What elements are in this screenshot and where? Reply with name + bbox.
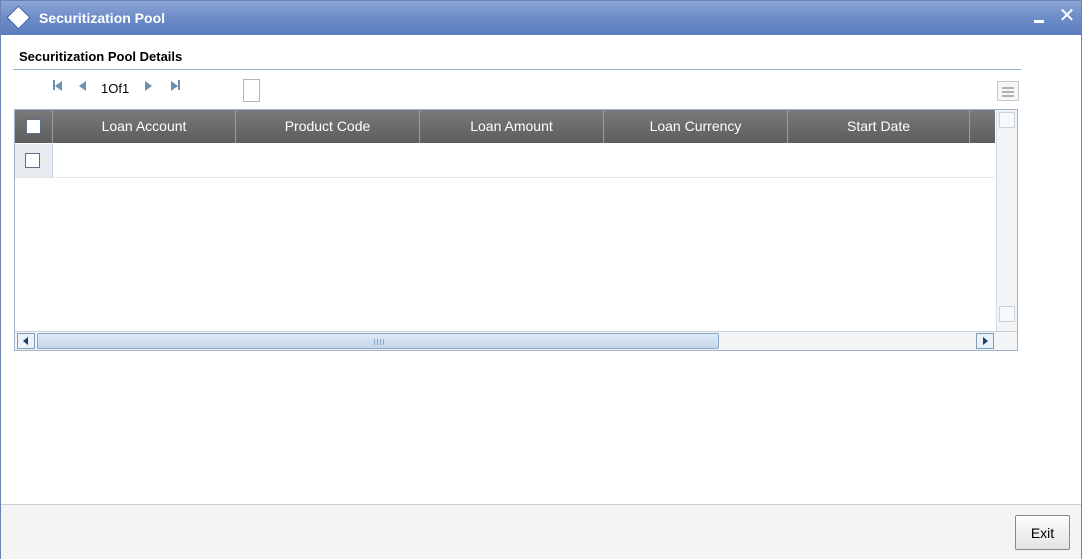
- footer-bar: Exit: [1, 505, 1081, 559]
- previous-page-icon[interactable]: [79, 80, 91, 96]
- window-title: Securitization Pool: [39, 10, 166, 26]
- column-header-loan-account[interactable]: Loan Account: [53, 110, 236, 143]
- title-bar[interactable]: Securitization Pool ✕: [1, 1, 1081, 35]
- next-page-icon[interactable]: [145, 80, 157, 96]
- horizontal-scroll-thumb[interactable]: [37, 333, 719, 349]
- scroll-down-icon[interactable]: [999, 306, 1015, 322]
- row-select-cell: [15, 144, 53, 177]
- exit-button[interactable]: Exit: [1015, 515, 1070, 550]
- page-indicator: 1Of1: [101, 81, 130, 96]
- close-icon[interactable]: ✕: [1056, 5, 1078, 29]
- table-row[interactable]: [15, 144, 995, 178]
- last-page-icon[interactable]: [171, 80, 185, 96]
- column-header-product-code[interactable]: Product Code: [236, 110, 420, 143]
- first-page-icon[interactable]: [53, 80, 67, 96]
- loan-grid: Loan Account Product Code Loan Amount Lo…: [14, 109, 1018, 351]
- scroll-right-icon[interactable]: [976, 333, 994, 349]
- app-diamond-icon: [7, 6, 30, 29]
- securitization-pool-window: Securitization Pool ✕ Securitization Poo…: [0, 0, 1082, 559]
- column-header-loan-amount[interactable]: Loan Amount: [420, 110, 604, 143]
- minimize-button[interactable]: [1031, 5, 1049, 29]
- section-title: Securitization Pool Details: [19, 49, 183, 64]
- section-divider: [13, 69, 1021, 70]
- vertical-scrollbar[interactable]: [996, 110, 1017, 332]
- select-all-checkbox[interactable]: [26, 119, 41, 134]
- column-header-more: [970, 110, 995, 143]
- row-checkbox[interactable]: [25, 153, 40, 168]
- column-header-start-date[interactable]: Start Date: [788, 110, 970, 143]
- grid-view-icon[interactable]: [997, 81, 1019, 101]
- horizontal-scrollbar[interactable]: [15, 331, 1017, 350]
- scroll-left-icon[interactable]: [17, 333, 35, 349]
- grid-header: Loan Account Product Code Loan Amount Lo…: [15, 110, 995, 143]
- page-number-input[interactable]: [243, 79, 260, 102]
- select-all-cell: [15, 110, 53, 143]
- column-header-loan-currency[interactable]: Loan Currency: [604, 110, 788, 143]
- scroll-up-icon[interactable]: [999, 112, 1015, 128]
